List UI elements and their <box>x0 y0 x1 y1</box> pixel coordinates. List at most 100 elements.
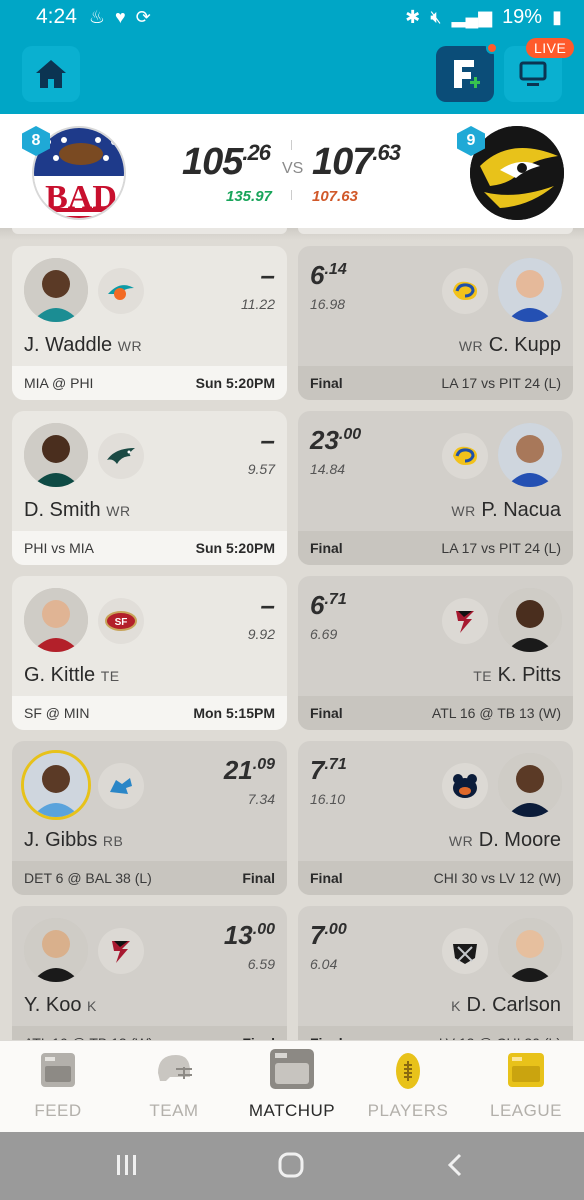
game-status: Final <box>310 705 343 721</box>
previous-card-peek-left <box>12 228 287 234</box>
game-status: Mon 5:15PM <box>193 705 275 721</box>
svg-text:SF: SF <box>115 617 128 628</box>
game-status: Final <box>310 375 343 391</box>
player-position: TE <box>100 668 120 684</box>
bottom-navigation: FEED TEAM MATCHUP PLAYERS LEAGUE <box>0 1040 584 1132</box>
player-projected: 14.84 <box>310 461 346 477</box>
game-info: MIA @ PHI Sun 5:20PM <box>12 366 287 400</box>
player-card-left[interactable]: – 11.22 J. Waddle WR MIA @ PHI Sun 5:20PM <box>12 246 287 400</box>
left-score-decimal: .26 <box>242 140 271 165</box>
player-projected: 6.04 <box>310 956 338 972</box>
bears-logo-icon <box>442 763 488 809</box>
game-info: Final ATL 16 @ TB 13 (W) <box>298 696 573 730</box>
versus-label: VS <box>282 160 304 177</box>
heart-icon: ♥ <box>115 6 126 27</box>
player-projected: 7.34 <box>247 791 275 807</box>
player-avatar <box>498 753 562 817</box>
player-name: P. Nacua <box>481 499 561 521</box>
fantasy-plus-button[interactable] <box>436 42 498 102</box>
notification-icon: ♨ <box>88 6 106 27</box>
points-integer: 6 <box>310 590 325 620</box>
player-position: RB <box>102 833 124 849</box>
player-position: WR <box>117 338 143 354</box>
player-card-left[interactable]: 13.00 6.59 Y. Koo K ATL 16 @ TB 13 (W)Fi… <box>12 906 287 1060</box>
player-avatar <box>498 423 562 487</box>
nav-players[interactable]: PLAYERS <box>350 1041 466 1133</box>
football-icon <box>396 1053 420 1089</box>
game-info: Final LA 17 vs PIT 24 (L) <box>298 531 573 565</box>
player-name: D. Smith <box>24 499 101 521</box>
player-name-line: J. Waddle WR <box>24 334 142 357</box>
player-card-right[interactable]: 6.71 6.69 TE K. Pitts Final ATL 16 @ TB 1… <box>298 576 573 730</box>
right-score-decimal: .63 <box>372 140 401 165</box>
game-matchup: LA 17 vs PIT 24 (L) <box>441 540 561 556</box>
player-name-line: WR P. Nacua <box>451 499 561 522</box>
game-info: Final CHI 30 vs LV 12 (W) <box>298 861 573 895</box>
right-score-integer: 107 <box>312 141 373 183</box>
points-integer: 7 <box>310 755 325 785</box>
player-points: 6.14 <box>310 260 347 291</box>
nav-feed[interactable]: FEED <box>0 1041 116 1133</box>
dolphins-logo-icon <box>98 268 144 314</box>
game-info: SF @ MIN Mon 5:15PM <box>12 696 287 730</box>
game-info: Final LA 17 vs PIT 24 (L) <box>298 366 573 400</box>
signal-icon: ▂▄▆ <box>451 6 493 27</box>
points-integer: 21 <box>223 755 253 785</box>
player-avatar <box>498 918 562 982</box>
player-projected: 6.59 <box>247 956 275 972</box>
falcons-logo-icon <box>442 598 488 644</box>
player-name: C. Kupp <box>488 334 561 356</box>
player-card-right[interactable]: 7.71 16.10 WR D. Moore Final CHI 30 vs LV… <box>298 741 573 895</box>
player-projected: 11.22 <box>241 296 275 312</box>
system-navigation-bar <box>0 1132 584 1200</box>
player-name-line: WR D. Moore <box>449 829 561 852</box>
score-divider-bottom <box>291 190 292 200</box>
recents-icon[interactable] <box>114 1152 140 1178</box>
back-icon[interactable] <box>444 1152 466 1178</box>
player-card-left[interactable]: SF – 9.92 G. Kittle TE SF @ MIN Mon 5:15P… <box>12 576 287 730</box>
player-card-right[interactable]: 7.00 6.04 K D. Carlson FinalLV 12 @ CHI … <box>298 906 573 1060</box>
player-avatar <box>24 588 88 652</box>
nav-team[interactable]: TEAM <box>116 1041 232 1133</box>
nav-label: FEED <box>34 1101 82 1120</box>
right-team-projected: 107.63 <box>312 188 358 205</box>
score-divider-top <box>291 140 292 150</box>
points-decimal: .00 <box>338 426 362 443</box>
player-avatar <box>21 750 91 820</box>
left-score-integer: 105 <box>182 141 243 183</box>
home-button[interactable] <box>22 46 80 102</box>
nav-matchup[interactable]: MATCHUP <box>234 1041 350 1133</box>
game-matchup: PHI vs MIA <box>24 540 95 556</box>
rams-logo-icon <box>442 433 488 479</box>
points-decimal: .71 <box>324 591 347 608</box>
player-name: J. Waddle <box>24 334 113 356</box>
nav-league[interactable]: LEAGUE <box>468 1041 584 1133</box>
points-decimal: .00 <box>324 921 347 938</box>
points-integer: 23 <box>310 425 339 455</box>
points-integer: 13 <box>223 920 253 950</box>
game-status: Sun 5:20PM <box>195 540 275 556</box>
player-card-right[interactable]: 23.00 14.84 WR P. Nacua Final LA 17 vs PI… <box>298 411 573 565</box>
game-status: Final <box>310 870 343 886</box>
points-integer: – <box>260 260 275 290</box>
game-info: PHI vs MIA Sun 5:20PM <box>12 531 287 565</box>
home-circle-icon[interactable] <box>276 1150 306 1180</box>
tv-icon <box>519 61 547 86</box>
player-name-line: G. Kittle TE <box>24 664 120 687</box>
player-name: J. Gibbs <box>24 829 98 851</box>
player-name: K. Pitts <box>497 664 561 686</box>
player-avatar <box>24 918 88 982</box>
player-projected: 9.92 <box>247 626 275 642</box>
game-matchup: SF @ MIN <box>24 705 90 721</box>
game-info: DET 6 @ BAL 38 (L) Final <box>12 861 287 895</box>
nav-label: MATCHUP <box>248 1101 336 1120</box>
game-matchup: DET 6 @ BAL 38 (L) <box>24 870 152 886</box>
player-projected: 16.98 <box>310 296 346 312</box>
player-points: 7.00 <box>310 920 347 951</box>
player-card-left[interactable]: 21.09 7.34 J. Gibbs RB DET 6 @ BAL 38 (L… <box>12 741 287 895</box>
raiders-logo-icon <box>442 928 488 974</box>
nav-label: TEAM <box>149 1101 199 1120</box>
player-card-right[interactable]: 6.14 16.98 WR C. Kupp Final LA 17 vs PIT … <box>298 246 573 400</box>
right-team-score: 107.63 <box>312 140 401 184</box>
player-card-left[interactable]: – 9.57 D. Smith WR PHI vs MIA Sun 5:20PM <box>12 411 287 565</box>
